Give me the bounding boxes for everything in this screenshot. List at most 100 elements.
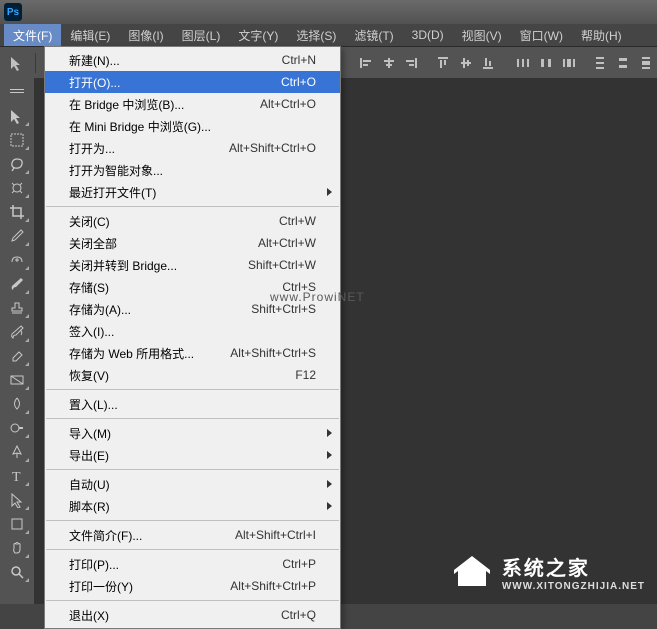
menuitem-自动U[interactable]: 自动(U) [45,473,340,495]
quick-select-tool[interactable] [4,177,30,199]
menuitem-脚本R[interactable]: 脚本(R) [45,495,340,517]
distribute-h3-icon[interactable] [559,52,578,74]
menuitem-shortcut: Shift+Ctrl+S [251,302,316,316]
gradient-tool[interactable] [4,369,30,391]
hand-tool[interactable] [4,537,30,559]
distribute-v3-icon[interactable] [636,52,655,74]
submenu-arrow-icon [327,429,332,437]
menuitem-最近打开文件T[interactable]: 最近打开文件(T) [45,181,340,203]
flyout-indicator-icon [25,554,29,558]
eyedropper-tool[interactable] [4,225,30,247]
align-left-icon[interactable] [356,52,375,74]
menu-文件[interactable]: 文件(F) [4,24,61,46]
menu-视图[interactable]: 视图(V) [453,24,511,46]
menuitem-shortcut: Ctrl+N [282,53,316,67]
menu-滤镜[interactable]: 滤镜(T) [345,24,402,46]
healing-tool[interactable] [4,249,30,271]
brand-cn: 系统之家 [502,552,645,581]
menuitem-shortcut: Shift+Ctrl+W [248,258,316,272]
flyout-indicator-icon [25,266,29,270]
menuitem-签入I[interactable]: 签入(I)... [45,320,340,342]
distribute-v-icon[interactable] [591,52,610,74]
menuitem-label: 打开为... [69,140,229,157]
lasso-tool[interactable] [4,153,30,175]
menu-separator [46,418,339,419]
menu-3d[interactable]: 3D(D) [403,24,453,46]
menuitem-恢复V[interactable]: 恢复(V)F12 [45,364,340,386]
menuitem-打开O[interactable]: 打开(O)...Ctrl+O [45,71,340,93]
flyout-indicator-icon [25,170,29,174]
menuitem-在MiniBridge中浏览G[interactable]: 在 Mini Bridge 中浏览(G)... [45,115,340,137]
type-tool[interactable]: T [4,465,30,487]
menuitem-置入L[interactable]: 置入(L)... [45,393,340,415]
menuitem-打印P[interactable]: 打印(P)...Ctrl+P [45,553,340,575]
align-center-v-icon[interactable] [456,52,475,74]
menuitem-关闭C[interactable]: 关闭(C)Ctrl+W [45,210,340,232]
dodge-tool[interactable] [4,417,30,439]
eraser-tool[interactable] [4,345,30,367]
menuitem-导出E[interactable]: 导出(E) [45,444,340,466]
menu-separator [46,469,339,470]
menuitem-在Bridge中浏览B[interactable]: 在 Bridge 中浏览(B)...Alt+Ctrl+O [45,93,340,115]
menu-separator [46,389,339,390]
flyout-indicator-icon [25,482,29,486]
flyout-indicator-icon [25,410,29,414]
menu-选择[interactable]: 选择(S) [287,24,345,46]
faded-watermark: www.ProwiNET [270,290,365,304]
flyout-indicator-icon [25,338,29,342]
menu-编辑[interactable]: 编辑(E) [61,24,119,46]
shape-tool[interactable] [4,513,30,535]
menu-窗口[interactable]: 窗口(W) [511,24,572,46]
move-tool[interactable] [4,105,30,127]
menuitem-label: 关闭(C) [69,213,279,230]
menuitem-关闭全部[interactable]: 关闭全部Alt+Ctrl+W [45,232,340,254]
menuitem-shortcut: Alt+Shift+Ctrl+P [230,579,316,593]
menuitem-退出X[interactable]: 退出(X)Ctrl+Q [45,604,340,626]
menuitem-存储为Web所用格式[interactable]: 存储为 Web 所用格式...Alt+Shift+Ctrl+S [45,342,340,364]
menuitem-新建N[interactable]: 新建(N)...Ctrl+N [45,49,340,71]
move-indicator-icon [8,52,27,74]
align-bottom-icon[interactable] [479,52,498,74]
flyout-indicator-icon [25,434,29,438]
file-menu-dropdown: 新建(N)...Ctrl+N打开(O)...Ctrl+O在 Bridge 中浏览… [44,46,341,629]
menuitem-文件简介F[interactable]: 文件简介(F)...Alt+Shift+Ctrl+I [45,524,340,546]
stamp-tool[interactable] [4,297,30,319]
flyout-indicator-icon [25,290,29,294]
menu-图层[interactable]: 图层(L) [173,24,230,46]
path-select-tool[interactable] [4,489,30,511]
menuitem-导入M[interactable]: 导入(M) [45,422,340,444]
menuitem-label: 置入(L)... [69,396,316,413]
marquee-tool[interactable] [4,129,30,151]
flyout-indicator-icon [25,458,29,462]
menu-图像[interactable]: 图像(I) [119,24,172,46]
menuitem-shortcut: F12 [295,368,316,382]
align-right-icon[interactable] [402,52,421,74]
history-brush-tool[interactable] [4,321,30,343]
distribute-h2-icon[interactable] [537,52,556,74]
menuitem-关闭并转到Bridge[interactable]: 关闭并转到 Bridge...Shift+Ctrl+W [45,254,340,276]
align-top-icon[interactable] [433,52,452,74]
submenu-arrow-icon [327,502,332,510]
flyout-indicator-icon [25,122,29,126]
menuitem-label: 关闭并转到 Bridge... [69,257,248,274]
zoom-tool[interactable] [4,561,30,583]
panel-grip-icon[interactable] [4,81,30,103]
align-center-h-icon[interactable] [379,52,398,74]
blur-tool[interactable] [4,393,30,415]
brush-tool[interactable] [4,273,30,295]
flyout-indicator-icon [25,506,29,510]
crop-tool[interactable] [4,201,30,223]
menu-帮助[interactable]: 帮助(H) [572,24,631,46]
pen-tool[interactable] [4,441,30,463]
menuitem-打开为智能对象[interactable]: 打开为智能对象... [45,159,340,181]
flyout-indicator-icon [25,242,29,246]
distribute-v2-icon[interactable] [613,52,632,74]
menuitem-打开为[interactable]: 打开为...Alt+Shift+Ctrl+O [45,137,340,159]
menuitem-label: 退出(X) [69,607,281,624]
brand-watermark: 系统之家 WWW.XITONGZHIJIA.NET [450,552,645,592]
menuitem-shortcut: Ctrl+W [279,214,316,228]
menu-文字[interactable]: 文字(Y) [229,24,287,46]
menuitem-shortcut: Alt+Ctrl+W [258,236,316,250]
menuitem-打印一份Y[interactable]: 打印一份(Y)Alt+Shift+Ctrl+P [45,575,340,597]
distribute-h-icon[interactable] [514,52,533,74]
